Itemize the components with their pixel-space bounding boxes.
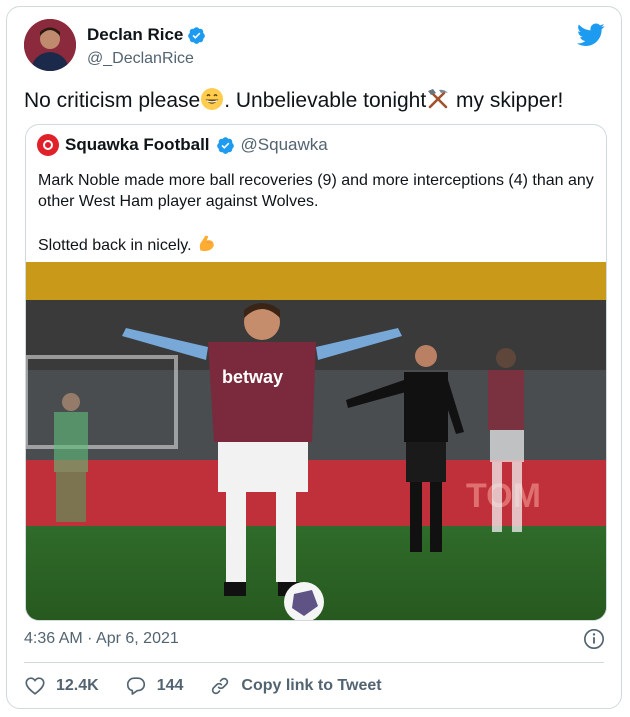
tweet-text: No criticism please . Unbelievable tonigh…: [24, 87, 563, 115]
quoted-text-line1: Mark Noble made more ball recoveries (9)…: [38, 172, 594, 210]
quoted-tweet-photo[interactable]: TOM betway: [26, 262, 606, 620]
embedded-tweet-card: Declan Rice @_DeclanRice No criticism pl…: [6, 6, 622, 709]
reply-count: 144: [156, 677, 184, 694]
tweet-text-part3: my skipper!: [450, 89, 564, 112]
heart-icon: [25, 677, 45, 695]
quoted-author-name[interactable]: Squawka Football: [65, 135, 210, 155]
quoted-tweet[interactable]: Squawka Football @Squawka Mark Noble mad…: [25, 124, 607, 621]
copy-link-label: Copy link to Tweet: [241, 677, 382, 694]
verified-badge-icon: [188, 26, 206, 44]
quoted-tweet-header: Squawka Football @Squawka: [37, 134, 328, 156]
flexed-biceps-emoji-icon: [199, 235, 214, 252]
shirt-sponsor-text: betway: [222, 367, 283, 387]
copy-link-button[interactable]: Copy link to Tweet: [209, 675, 382, 697]
author-avatar[interactable]: [24, 19, 76, 71]
quoted-tweet-text: Mark Noble made more ball recoveries (9)…: [38, 170, 598, 256]
quoted-author-handle[interactable]: @Squawka: [241, 135, 328, 155]
tweet-text-part1: No criticism please: [24, 89, 201, 112]
hammer-and-pick-emoji-icon: [428, 89, 449, 109]
squawka-avatar[interactable]: [37, 134, 59, 156]
like-button[interactable]: 12.4K: [24, 675, 99, 697]
twitter-bird-icon[interactable]: [577, 23, 605, 47]
info-icon[interactable]: [583, 628, 605, 650]
reply-button[interactable]: 144: [125, 675, 184, 697]
tweet-actions: 12.4K 144 Copy link to Tweet: [24, 675, 408, 697]
like-count: 12.4K: [56, 677, 99, 694]
author-name[interactable]: Declan Rice: [87, 25, 206, 45]
quoted-text-line2-wrap: Slotted back in nicely.: [38, 233, 598, 256]
verified-badge-icon: [216, 136, 234, 154]
ad-board-text: TOM: [466, 477, 541, 515]
reply-bubble-icon: [126, 677, 145, 695]
author-handle[interactable]: @_DeclanRice: [87, 50, 194, 68]
tweet-timestamp[interactable]: 4:36 AM · Apr 6, 2021: [24, 630, 179, 648]
author-name-text[interactable]: Declan Rice: [87, 25, 183, 45]
divider: [24, 662, 604, 663]
quoted-text-line2: Slotted back in nicely.: [38, 237, 192, 254]
link-icon: [212, 677, 229, 695]
tweet-text-part2: . Unbelievable tonight: [224, 89, 427, 112]
grinning-face-emoji-icon: [201, 88, 224, 110]
